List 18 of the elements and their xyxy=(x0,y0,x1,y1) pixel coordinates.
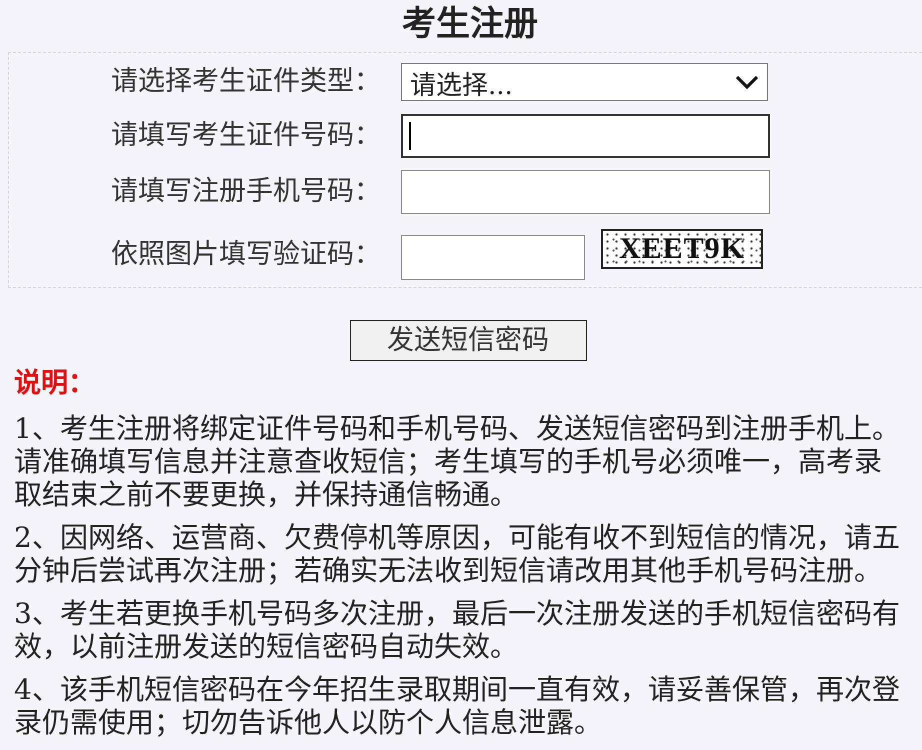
select-dropdown[interactable]: 请选择... xyxy=(401,63,768,101)
page-title: 考生注册 xyxy=(401,3,539,46)
input-field[interactable] xyxy=(401,114,770,158)
note-paragraph: 1、考生注册将绑定证件号码和手机号码、发送短信密码到注册手机上。请准确填写信息并注意查收短信；考生填写的手机号必须唯一，高考录取结束之前不要更换，并保持通信畅通。 xyxy=(14,412,901,511)
field-label: 依照图片填写验证码： xyxy=(110,238,382,272)
text-cursor-icon xyxy=(409,122,411,150)
field-label: 请填写注册手机号码： xyxy=(110,175,382,209)
note-paragraph: 2、因网络、运营商、欠费停机等原因，可能有收不到短信的情况，请五分钟后尝试再次注册；若确实无法收到短信请改用其他手机号码注册。 xyxy=(14,521,901,587)
note-paragraph: 3、考生若更换手机号码多次注册，最后一次注册发送的手机短信密码有效，以前注册发送的短信密码自动失效。 xyxy=(14,597,901,663)
field-label: 请填写考生证件号码： xyxy=(110,119,382,153)
notes-heading: 说明： xyxy=(14,369,96,399)
note-paragraph: 4、该手机短信密码在今年招生录取期间一直有效，请妥善保管，再次登录仍需使用；切勿告诉他人以防个人信息泄露。 xyxy=(14,673,901,739)
captcha-image: XEET9K xyxy=(601,229,763,269)
field-label: 请选择考生证件类型： xyxy=(110,65,382,99)
chevron-down-icon xyxy=(735,75,759,89)
input-field[interactable] xyxy=(401,170,770,214)
send-sms-password-button[interactable]: 发送短信密码 xyxy=(350,320,586,361)
captcha-input-field[interactable] xyxy=(401,235,585,280)
